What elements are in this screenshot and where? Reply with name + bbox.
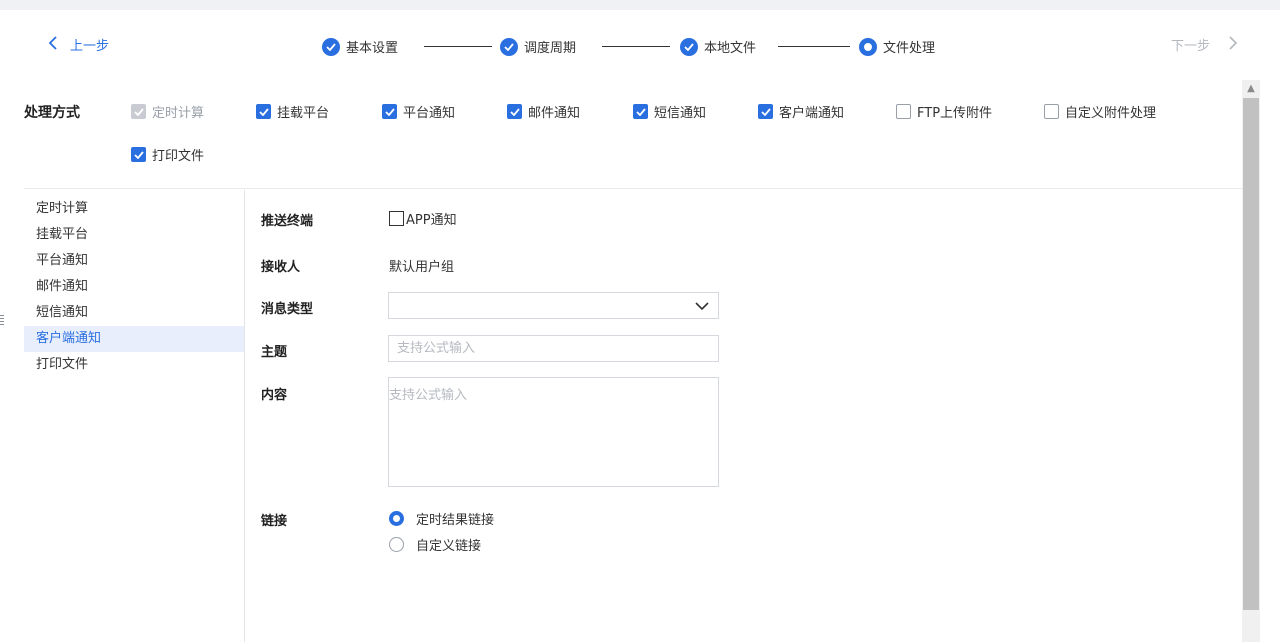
option-platform-notice[interactable]: 平台通知 xyxy=(382,102,455,121)
app-notice-checkbox[interactable]: APP通知 xyxy=(389,209,457,228)
current-step-icon xyxy=(859,37,877,56)
sidebar: 定时计算 挂载平台 平台通知 邮件通知 短信通知 客户端通知 打印文件 xyxy=(24,190,245,642)
step-connector xyxy=(602,46,670,47)
radio-custom-link[interactable]: 自定义链接 xyxy=(389,535,481,554)
vertical-scrollbar[interactable]: ▲ xyxy=(1242,80,1260,642)
step-basic-settings[interactable]: 基本设置 xyxy=(322,37,398,56)
checkbox-icon xyxy=(633,104,648,119)
sidebar-list: 定时计算 挂载平台 平台通知 邮件通知 短信通知 客户端通知 打印文件 xyxy=(24,196,244,378)
subject-label: 主题 xyxy=(261,345,288,360)
checkbox-icon xyxy=(1044,104,1059,119)
sidebar-item-scheduled-calc[interactable]: 定时计算 xyxy=(24,196,244,222)
content-textarea[interactable] xyxy=(388,377,719,487)
check-circle-icon xyxy=(680,37,698,56)
option-label: 短信通知 xyxy=(654,106,707,121)
radio-selected-icon xyxy=(389,511,404,526)
checkbox-icon xyxy=(131,104,146,119)
checkbox-icon xyxy=(256,104,271,119)
receiver-label: 接收人 xyxy=(261,260,301,275)
link-label: 链接 xyxy=(261,514,288,529)
prev-step-button[interactable]: 上一步 xyxy=(48,35,109,54)
option-ftp-upload[interactable]: FTP上传附件 xyxy=(896,102,992,121)
option-print-file[interactable]: 打印文件 xyxy=(131,145,204,164)
radio-icon xyxy=(389,537,404,552)
radio-label: 自定义链接 xyxy=(416,539,482,554)
app-notice-label: APP通知 xyxy=(406,213,457,228)
radio-scheduled-result-link[interactable]: 定时结果链接 xyxy=(389,509,494,528)
check-circle-icon xyxy=(500,37,518,56)
chevron-right-icon xyxy=(1228,35,1238,54)
option-label: FTP上传附件 xyxy=(917,106,993,121)
subject-input[interactable] xyxy=(388,335,719,362)
step-label: 调度周期 xyxy=(524,41,577,56)
chevron-left-icon xyxy=(48,35,58,54)
checkbox-icon xyxy=(758,104,773,119)
step-label: 本地文件 xyxy=(704,41,757,56)
receiver-value: 默认用户组 xyxy=(389,260,455,275)
processing-method-label: 处理方式 xyxy=(24,105,80,121)
resize-grip-icon[interactable] xyxy=(0,315,4,327)
message-type-label: 消息类型 xyxy=(261,302,314,317)
content-label: 内容 xyxy=(261,388,288,403)
step-connector xyxy=(424,46,492,47)
sidebar-item-mount-platform[interactable]: 挂载平台 xyxy=(24,222,244,248)
option-email-notice[interactable]: 邮件通知 xyxy=(507,102,580,121)
sidebar-item-email-notice[interactable]: 邮件通知 xyxy=(24,274,244,300)
option-custom-attachment[interactable]: 自定义附件处理 xyxy=(1044,102,1156,121)
sidebar-item-print-file[interactable]: 打印文件 xyxy=(24,352,244,378)
option-sms-notice[interactable]: 短信通知 xyxy=(633,102,706,121)
sidebar-item-client-notice[interactable]: 客户端通知 xyxy=(24,326,244,352)
radio-label: 定时结果链接 xyxy=(416,513,495,528)
option-label: 打印文件 xyxy=(152,149,205,164)
option-label: 定时计算 xyxy=(152,106,205,121)
next-step-button[interactable]: 下一步 xyxy=(1171,35,1238,54)
step-connector xyxy=(778,46,850,47)
option-label: 挂载平台 xyxy=(277,106,330,121)
push-terminal-label: 推送终端 xyxy=(261,214,314,229)
option-label: 客户端通知 xyxy=(779,106,845,121)
checkbox-icon xyxy=(896,104,911,119)
checkbox-icon xyxy=(389,211,404,226)
option-scheduled-calc[interactable]: 定时计算 xyxy=(131,102,204,121)
step-file-processing[interactable]: 文件处理 xyxy=(859,37,935,56)
option-mount-platform[interactable]: 挂载平台 xyxy=(256,102,329,121)
option-label: 邮件通知 xyxy=(528,106,581,121)
next-step-label: 下一步 xyxy=(1170,39,1210,54)
step-label: 文件处理 xyxy=(883,41,936,56)
prev-step-label: 上一步 xyxy=(70,39,110,54)
check-circle-icon xyxy=(322,37,340,56)
option-label: 自定义附件处理 xyxy=(1065,106,1157,121)
checkbox-icon xyxy=(382,104,397,119)
step-schedule-cycle[interactable]: 调度周期 xyxy=(500,37,576,56)
step-local-file[interactable]: 本地文件 xyxy=(680,37,756,56)
scroll-up-icon[interactable]: ▲ xyxy=(1242,80,1260,98)
main-panel: 上一步 基本设置 调度周期 本地文件 文件处理 下一步 处理方式 定时计算 挂载… xyxy=(0,10,1280,642)
section-divider xyxy=(24,188,1242,189)
option-client-notice[interactable]: 客户端通知 xyxy=(758,102,844,121)
checkbox-icon xyxy=(507,104,522,119)
message-type-select[interactable] xyxy=(388,292,719,319)
chevron-down-icon xyxy=(694,298,710,318)
sidebar-item-platform-notice[interactable]: 平台通知 xyxy=(24,248,244,274)
sidebar-item-sms-notice[interactable]: 短信通知 xyxy=(24,300,244,326)
scrollbar-thumb[interactable] xyxy=(1243,98,1259,610)
checkbox-icon xyxy=(131,147,146,162)
option-label: 平台通知 xyxy=(403,106,456,121)
step-label: 基本设置 xyxy=(346,41,399,56)
